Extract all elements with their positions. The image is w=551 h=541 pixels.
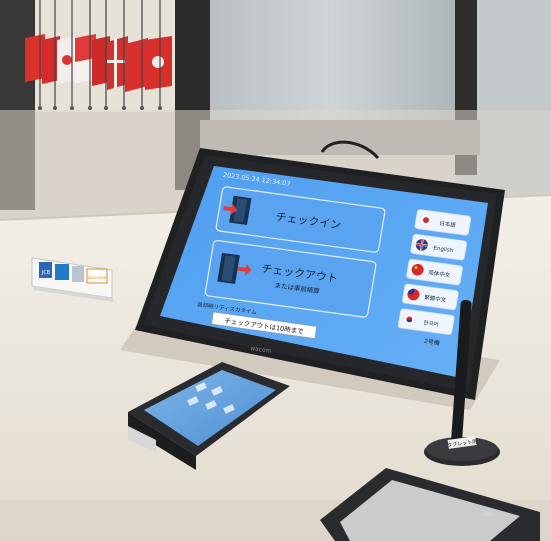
scene-svg: JCB DISCOVER 2023.05.24 12:34:07 チェックイン (0, 0, 551, 541)
amex-logo (55, 264, 69, 280)
photo-scene: JCB DISCOVER 2023.05.24 12:34:07 チェックイン (0, 0, 551, 541)
flag-swiss (125, 38, 148, 92)
flag-denmark-cross-h (107, 60, 128, 63)
discover-text: DISCOVER (88, 276, 107, 280)
diners-logo (72, 266, 84, 282)
flag-japan-circle (62, 55, 72, 65)
jcb-text: JCB (41, 270, 51, 276)
flag-hongkong-emblem (152, 56, 164, 68)
signature-pad-button (481, 511, 495, 517)
